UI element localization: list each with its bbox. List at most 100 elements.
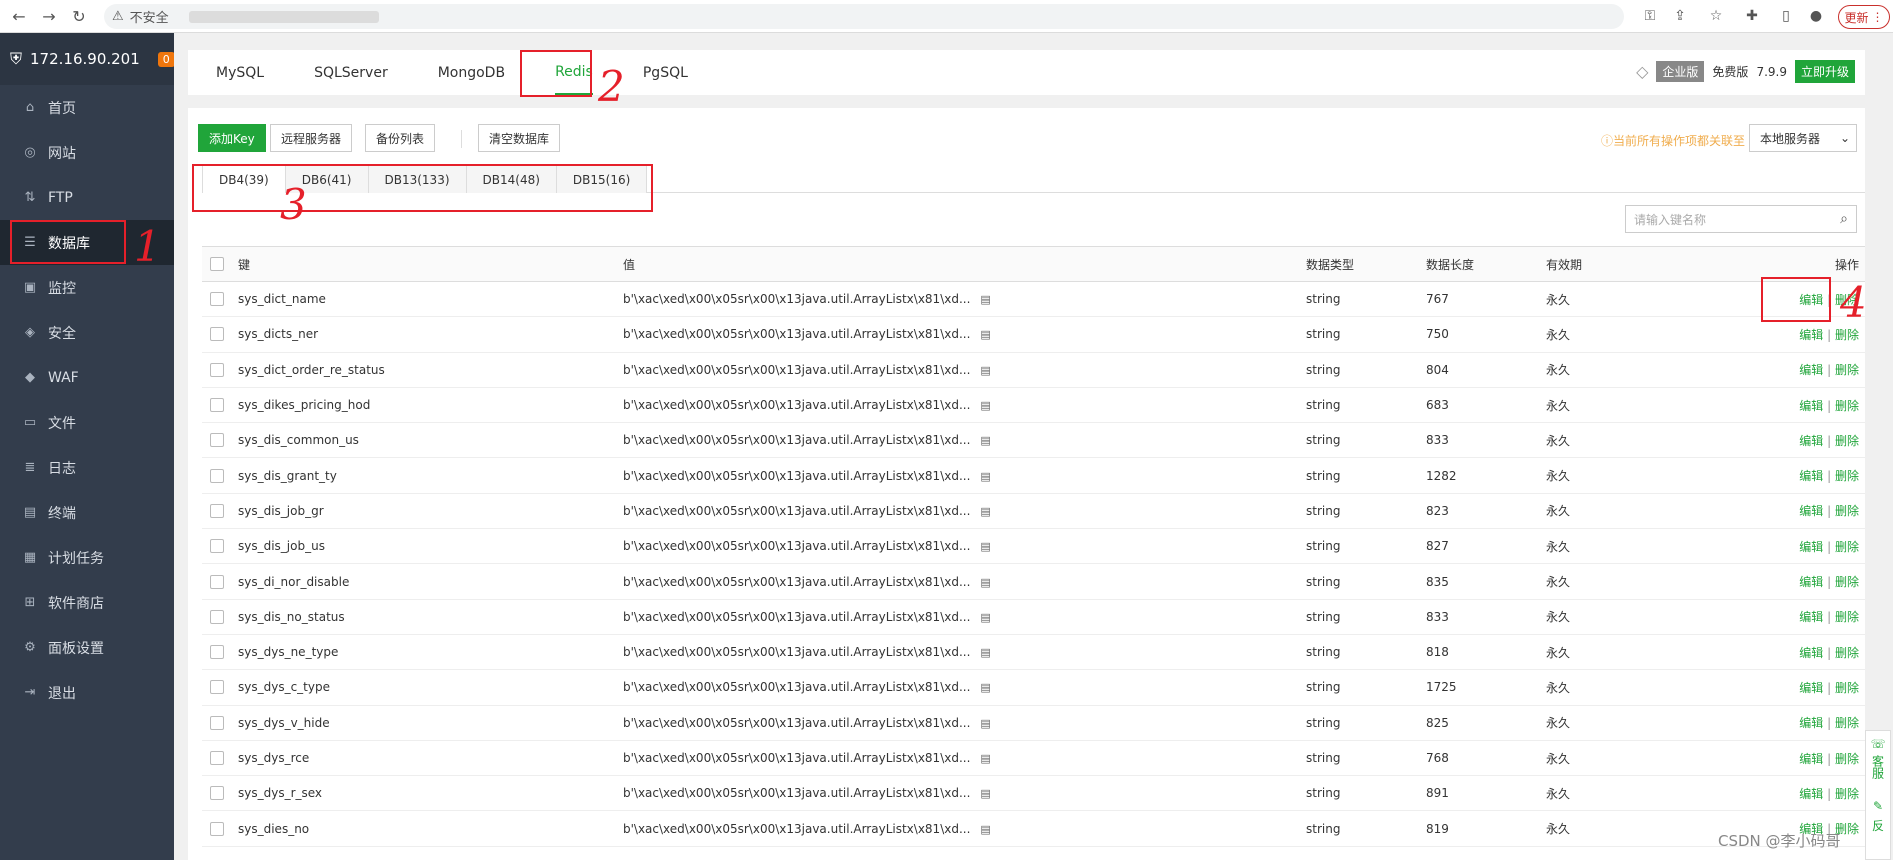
reload-icon[interactable]: ↻: [68, 5, 90, 27]
delete-link[interactable]: 删除: [1835, 540, 1859, 554]
row-checkbox[interactable]: [210, 327, 224, 342]
edit-link[interactable]: 编辑: [1799, 716, 1823, 730]
copy-icon[interactable]: ▤: [980, 576, 990, 589]
delete-link[interactable]: 删除: [1835, 399, 1859, 413]
edit-link[interactable]: 编辑: [1799, 787, 1823, 801]
edit-link[interactable]: 编辑: [1799, 469, 1823, 483]
edit-link[interactable]: 编辑: [1799, 575, 1823, 589]
row-checkbox[interactable]: [210, 645, 224, 660]
sidebar-item-4[interactable]: ▣ 监控: [0, 265, 174, 310]
forward-arrow-icon[interactable]: →: [38, 5, 60, 27]
remote-server-button[interactable]: 远程服务器: [270, 124, 353, 152]
tab-pgsql[interactable]: PgSQL: [643, 50, 688, 95]
delete-link[interactable]: 删除: [1835, 328, 1859, 342]
sidebar-item-0[interactable]: ⌂ 首页: [0, 85, 174, 130]
edit-link[interactable]: 编辑: [1799, 399, 1823, 413]
tab-mysql[interactable]: MySQL: [216, 50, 264, 95]
notification-badge[interactable]: 0: [157, 51, 175, 67]
sidebar-item-9[interactable]: ▤ 终端: [0, 490, 174, 535]
delete-link[interactable]: 删除: [1835, 646, 1859, 660]
row-checkbox[interactable]: [210, 398, 224, 413]
upgrade-button[interactable]: 立即升级: [1794, 60, 1855, 83]
copy-icon[interactable]: ▤: [980, 293, 990, 306]
delete-link[interactable]: 删除: [1835, 434, 1859, 448]
copy-icon[interactable]: ▤: [980, 717, 990, 730]
sidebar-item-2[interactable]: ⇅ FTP: [0, 175, 174, 220]
row-checkbox[interactable]: [210, 786, 224, 801]
sidebar-item-6[interactable]: ◆ WAF: [0, 355, 174, 400]
sidebar-item-11[interactable]: ⊞ 软件商店: [0, 580, 174, 625]
key-search[interactable]: 请输入键名称 ⌕: [1625, 205, 1857, 233]
star-icon[interactable]: ☆: [1706, 6, 1726, 26]
delete-link[interactable]: 删除: [1835, 504, 1859, 518]
profile-icon[interactable]: ●: [1806, 6, 1826, 26]
edit-link[interactable]: 编辑: [1799, 752, 1823, 766]
edit-link[interactable]: 编辑: [1799, 681, 1823, 695]
key-icon[interactable]: ⚿: [1640, 6, 1660, 26]
sidepanel-icon[interactable]: ▯: [1776, 6, 1796, 26]
tab-sqlserver[interactable]: SQLServer: [314, 50, 388, 95]
copy-icon[interactable]: ▤: [980, 328, 990, 341]
row-checkbox[interactable]: [210, 609, 224, 624]
search-input[interactable]: 请输入键名称: [1634, 211, 1706, 228]
edit-link[interactable]: 编辑: [1799, 504, 1823, 518]
edit-link[interactable]: 编辑: [1799, 328, 1823, 342]
delete-link[interactable]: 删除: [1835, 752, 1859, 766]
search-icon[interactable]: ⌕: [1840, 211, 1848, 227]
row-checkbox[interactable]: [210, 468, 224, 483]
copy-icon[interactable]: ▤: [980, 681, 990, 694]
row-checkbox[interactable]: [210, 433, 224, 448]
update-button[interactable]: 更新 ⋮: [1838, 5, 1890, 29]
server-select[interactable]: 本地服务器 ⌄: [1749, 124, 1857, 152]
select-all-checkbox[interactable]: [210, 257, 224, 271]
delete-link[interactable]: 删除: [1835, 610, 1859, 624]
sidebar-item-13[interactable]: ⇥ 退出: [0, 670, 174, 715]
edit-link[interactable]: 编辑: [1799, 363, 1823, 377]
delete-link[interactable]: 删除: [1835, 681, 1859, 695]
row-checkbox[interactable]: [210, 680, 224, 695]
copy-icon[interactable]: ▤: [980, 505, 990, 518]
copy-icon[interactable]: ▤: [980, 470, 990, 483]
delete-link[interactable]: 删除: [1835, 787, 1859, 801]
row-checkbox[interactable]: [210, 574, 224, 589]
row-checkbox[interactable]: [210, 362, 224, 377]
copy-icon[interactable]: ▤: [980, 434, 990, 447]
add-key-button[interactable]: 添加Key: [198, 124, 266, 152]
copy-icon[interactable]: ▤: [980, 540, 990, 553]
sidebar-item-12[interactable]: ⚙ 面板设置: [0, 625, 174, 670]
share-icon[interactable]: ⇪: [1670, 6, 1690, 26]
copy-icon[interactable]: ▤: [980, 787, 990, 800]
row-checkbox[interactable]: [210, 292, 224, 307]
edit-link[interactable]: 编辑: [1799, 434, 1823, 448]
edit-link[interactable]: 编辑: [1799, 610, 1823, 624]
copy-icon[interactable]: ▤: [980, 611, 990, 624]
copy-icon[interactable]: ▤: [980, 823, 990, 836]
copy-icon[interactable]: ▤: [980, 646, 990, 659]
row-checkbox[interactable]: [210, 503, 224, 518]
sidebar-item-10[interactable]: ▦ 计划任务: [0, 535, 174, 580]
floating-service-bar[interactable]: ☏ 客服 ✎ 反: [1865, 730, 1891, 860]
sidebar-item-8[interactable]: ≣ 日志: [0, 445, 174, 490]
tab-mongodb[interactable]: MongoDB: [438, 50, 505, 95]
row-checkbox[interactable]: [210, 751, 224, 765]
delete-link[interactable]: 删除: [1835, 469, 1859, 483]
extension-icon[interactable]: ✚: [1742, 6, 1762, 26]
copy-icon[interactable]: ▤: [980, 399, 990, 412]
row-checkbox[interactable]: [210, 539, 224, 554]
back-arrow-icon[interactable]: ←: [8, 5, 30, 27]
backup-list-button[interactable]: 备份列表: [365, 124, 436, 152]
edit-link[interactable]: 编辑: [1799, 540, 1823, 554]
sidebar-item-1[interactable]: ◎ 网站: [0, 130, 174, 175]
address-bar[interactable]: ⚠ 不安全: [104, 4, 1624, 29]
delete-link[interactable]: 删除: [1835, 575, 1859, 589]
edit-link[interactable]: 编辑: [1799, 646, 1823, 660]
clear-database-button[interactable]: 清空数据库: [478, 124, 561, 152]
copy-icon[interactable]: ▤: [980, 752, 990, 765]
delete-link[interactable]: 删除: [1835, 716, 1859, 730]
server-header[interactable]: ⛨ 172.16.90.201 0: [0, 33, 175, 85]
row-checkbox[interactable]: [210, 821, 224, 836]
enterprise-badge[interactable]: 企业版: [1656, 61, 1705, 82]
copy-icon[interactable]: ▤: [980, 364, 990, 377]
delete-link[interactable]: 删除: [1835, 363, 1859, 377]
row-checkbox[interactable]: [210, 715, 224, 730]
